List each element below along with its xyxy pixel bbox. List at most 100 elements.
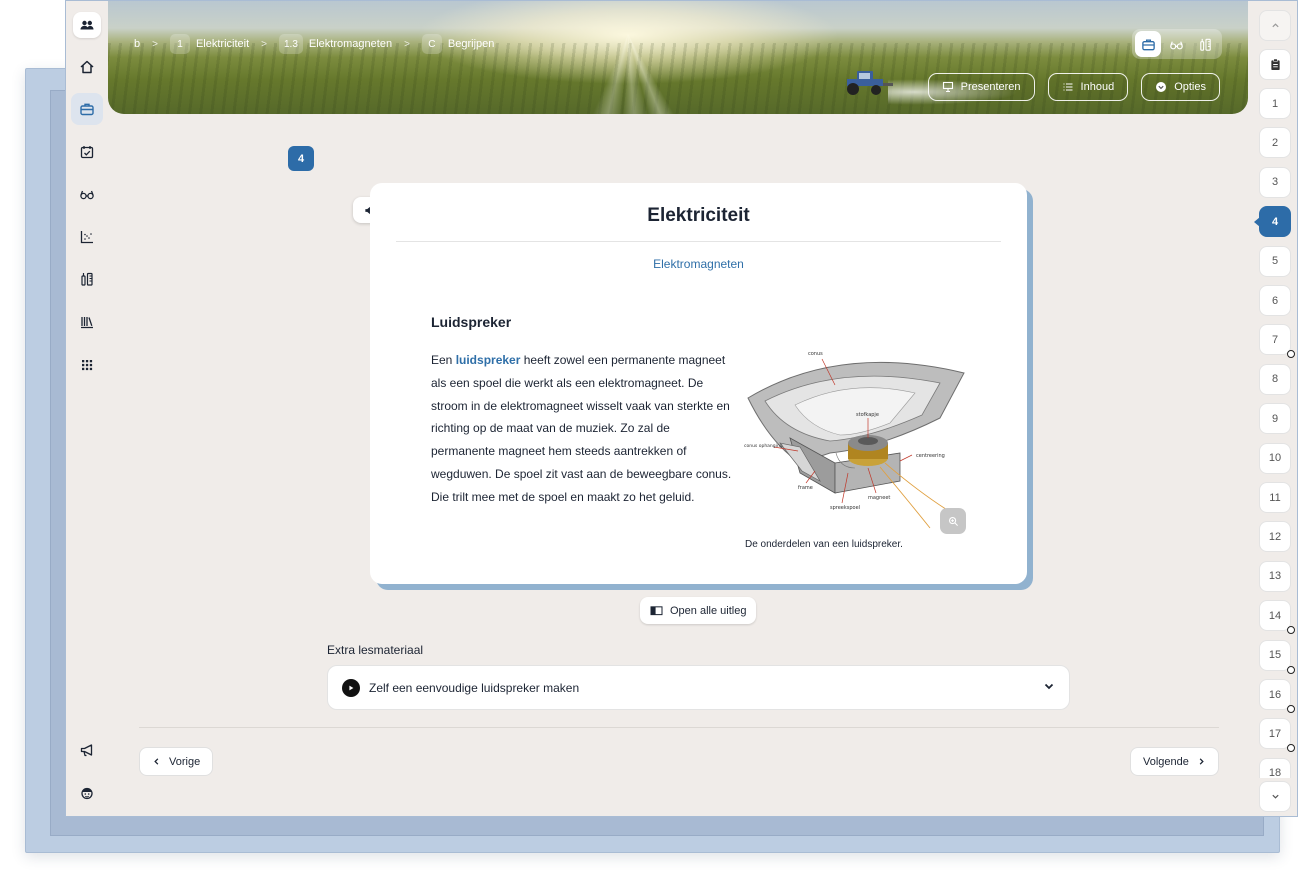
tools-icon — [1200, 38, 1211, 51]
rail-chart-button[interactable] — [71, 221, 103, 253]
next-button[interactable]: Volgende — [1130, 747, 1219, 776]
page-number-16[interactable]: 16 — [1259, 679, 1295, 713]
content-card: Elektriciteit Elektromagneten Luidspreke… — [370, 183, 1027, 584]
page-number-18[interactable]: 18 — [1259, 757, 1291, 778]
clipboard-icon — [1270, 58, 1280, 70]
breadcrumb-item-paragraph[interactable]: Elektromagneten — [309, 38, 392, 50]
page-number-1[interactable]: 1 — [1259, 88, 1291, 119]
rail-library-button[interactable] — [71, 306, 103, 338]
present-button[interactable]: Presenteren — [927, 73, 1035, 101]
page-number-5[interactable]: 5 — [1259, 245, 1291, 277]
diagram-label-frame: frame — [798, 485, 813, 491]
breadcrumb-item-section[interactable]: Begrijpen — [448, 38, 494, 50]
rail-tools-button[interactable] — [71, 263, 103, 295]
briefcase-icon — [80, 103, 94, 116]
rail-users-button[interactable] — [73, 12, 101, 38]
tractor-illustration — [847, 71, 893, 95]
chevron-down-icon[interactable] — [1043, 680, 1055, 695]
current-page-badge: 4 — [288, 146, 314, 171]
open-all-label: Open alle uitleg — [670, 604, 747, 617]
page-number-label: 17 — [1268, 727, 1282, 740]
page-overview-button[interactable] — [1259, 49, 1291, 80]
play-icon — [342, 678, 360, 697]
contents-button[interactable]: Inhoud — [1047, 73, 1129, 101]
list-icon — [1063, 83, 1073, 91]
keyword-link[interactable]: luidspreker — [456, 353, 521, 367]
breadcrumb-number[interactable]: C — [421, 34, 442, 54]
page-number-label: 14 — [1268, 609, 1282, 622]
page-number-10[interactable]: 10 — [1259, 442, 1291, 474]
mode-view-button[interactable] — [1164, 31, 1190, 57]
breadcrumb-item-chapter[interactable]: Elektriciteit — [196, 38, 249, 50]
banner-actions: Presenteren Inhoud Opties — [927, 73, 1220, 101]
page-number-3[interactable]: 3 — [1259, 166, 1291, 198]
page-number-label: 12 — [1268, 530, 1282, 543]
rail-announcements-button[interactable] — [71, 734, 103, 766]
page-number-label: 10 — [1268, 452, 1282, 465]
breadcrumb-root[interactable]: b — [134, 38, 140, 50]
status-dot-icon — [1287, 350, 1295, 359]
page-number-11[interactable]: 11 — [1259, 482, 1291, 513]
image-caption: De onderdelen van een luidspreker. — [745, 539, 903, 550]
chevron-up-icon — [1271, 23, 1279, 28]
header-banner: b > 1 Elektriciteit > 1.3 Elektromagnete… — [108, 1, 1248, 114]
status-dot-icon — [1287, 705, 1295, 713]
page-number-label: 2 — [1271, 136, 1279, 149]
card-divider — [396, 241, 1001, 242]
contents-label: Inhoud — [1080, 81, 1115, 93]
rail-home-button[interactable] — [71, 51, 103, 83]
breadcrumb-number[interactable]: 1 — [169, 34, 190, 54]
loudspeaker-diagram: conus stofkapje conus ophanging centreer… — [744, 351, 965, 529]
page-number-2[interactable]: 2 — [1259, 127, 1291, 159]
diagram-label-stofkapje: stofkapje — [856, 412, 879, 418]
body-text-start: Een — [431, 353, 456, 367]
rail-apps-button[interactable] — [71, 349, 103, 381]
page-number-9[interactable]: 9 — [1259, 403, 1291, 435]
rail-briefcase-button[interactable] — [71, 93, 103, 125]
page-number-label: 7 — [1271, 333, 1279, 346]
mode-switch — [1132, 29, 1222, 59]
briefcase-icon — [1142, 38, 1155, 50]
page-number-12[interactable]: 12 — [1259, 521, 1291, 553]
scroll-pages-down-button[interactable] — [1259, 781, 1291, 812]
mode-tools-button[interactable] — [1193, 31, 1219, 57]
page-number-label: 3 — [1271, 176, 1279, 189]
diagram-label-centreering: centreering — [916, 453, 945, 459]
chevron-right-icon — [1199, 758, 1204, 765]
page-number-6[interactable]: 6 — [1259, 285, 1291, 316]
diagram-label-ophanging: conus ophanging — [744, 443, 783, 449]
breadcrumb-number[interactable]: 1.3 — [279, 34, 303, 54]
rail-profile-button[interactable] — [71, 777, 103, 809]
rail-glasses-button[interactable] — [71, 178, 103, 210]
rail-calendar-button[interactable] — [71, 136, 103, 168]
page-number-8[interactable]: 8 — [1259, 363, 1291, 395]
next-label: Volgende — [1143, 755, 1189, 768]
page-number-15[interactable]: 15 — [1259, 639, 1295, 674]
status-dot-icon — [1287, 744, 1295, 753]
sun-rays — [448, 1, 808, 114]
glasses-icon — [80, 190, 94, 200]
previous-button[interactable]: Vorige — [139, 747, 214, 776]
options-label: Opties — [1174, 81, 1206, 93]
page-number-label: 9 — [1271, 412, 1279, 425]
options-button[interactable]: Opties — [1141, 73, 1220, 101]
footer-divider — [139, 727, 1219, 728]
megaphone-icon — [80, 744, 93, 757]
extra-material-item[interactable]: Zelf een eenvoudige luidspreker maken — [327, 665, 1070, 710]
page-number-label: 6 — [1271, 294, 1279, 307]
page-number-7[interactable]: 7 — [1259, 324, 1295, 359]
zoom-image-button[interactable] — [940, 508, 966, 534]
breadcrumb: b > 1 Elektriciteit > 1.3 Elektromagnete… — [134, 34, 494, 54]
page-number-4[interactable]: 4 — [1254, 206, 1291, 238]
page-number-label: 8 — [1271, 373, 1279, 386]
open-all-explanations-button[interactable]: Open alle uitleg — [640, 597, 757, 624]
mode-teacher-button[interactable] — [1135, 31, 1162, 57]
page-number-17[interactable]: 17 — [1259, 718, 1295, 753]
page-number-label: 13 — [1268, 570, 1282, 583]
scroll-pages-up-button[interactable] — [1259, 10, 1291, 41]
page-number-14[interactable]: 14 — [1259, 600, 1295, 635]
page-number-label: 15 — [1268, 649, 1282, 662]
breadcrumb-separator: > — [152, 38, 158, 50]
page-number-13[interactable]: 13 — [1259, 560, 1291, 592]
zoom-in-icon — [948, 516, 958, 526]
